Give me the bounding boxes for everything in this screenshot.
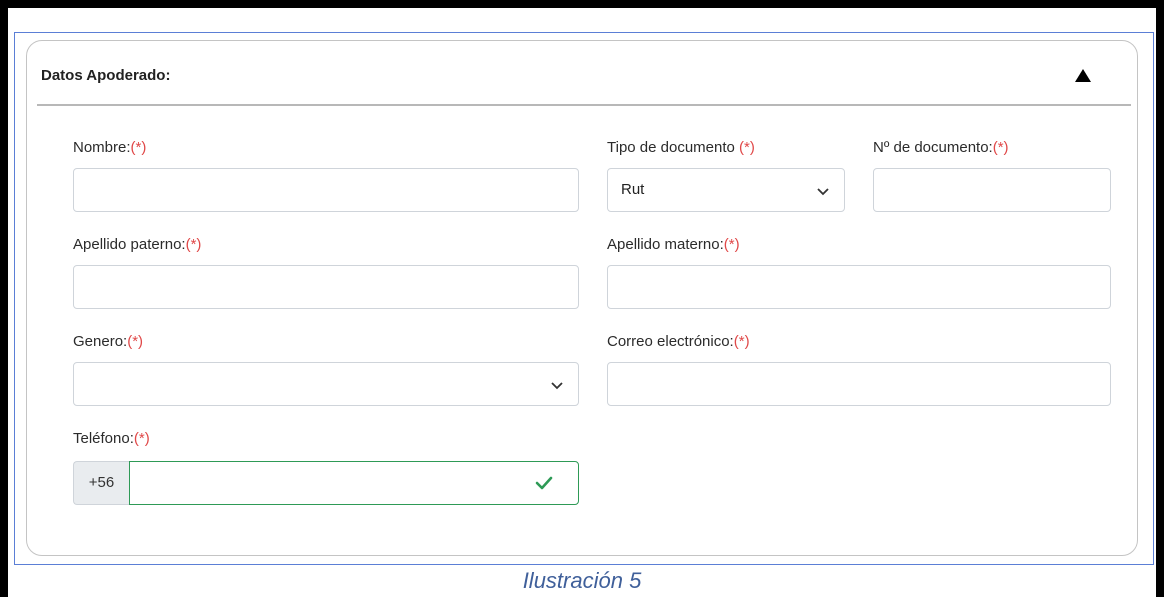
- nombre-label: Nombre:(*): [73, 139, 147, 156]
- apellido-materno-label: Apellido materno:(*): [607, 236, 740, 253]
- required-marker: (*): [130, 139, 147, 156]
- phone-prefix: +56: [73, 461, 129, 505]
- apellido-paterno-input[interactable]: [73, 265, 579, 309]
- chevron-down-icon: [551, 382, 563, 390]
- page-frame: Datos Apoderado: Nombre:(*) Tipo de docu…: [8, 8, 1156, 597]
- apellido-paterno-label: Apellido paterno:(*): [73, 236, 202, 253]
- checkmark-icon: [535, 476, 553, 490]
- tipo-documento-select[interactable]: Rut: [607, 168, 845, 212]
- triangle-up-icon: [1075, 69, 1091, 82]
- required-marker: (*): [723, 236, 740, 253]
- required-marker: (*): [733, 333, 750, 350]
- correo-label: Correo electrónico:(*): [607, 333, 750, 350]
- genero-select[interactable]: [73, 362, 579, 406]
- collapse-toggle-button[interactable]: [1073, 65, 1093, 85]
- correo-input[interactable]: [607, 362, 1111, 406]
- tipo-documento-label: Tipo de documento (*): [607, 139, 755, 156]
- required-marker: (*): [739, 139, 755, 156]
- telefono-input[interactable]: [129, 461, 579, 505]
- section-title: Datos Apoderado:: [41, 67, 171, 84]
- required-marker: (*): [185, 236, 202, 253]
- chevron-down-icon: [817, 188, 829, 196]
- figure-caption: Ilustración 5: [522, 568, 642, 593]
- required-marker: (*): [992, 139, 1009, 156]
- datos-apoderado-card: Datos Apoderado: Nombre:(*) Tipo de docu…: [26, 40, 1138, 556]
- required-marker: (*): [133, 430, 150, 447]
- numero-documento-input[interactable]: [873, 168, 1111, 212]
- telefono-label: Teléfono:(*): [73, 430, 150, 447]
- required-marker: (*): [127, 333, 144, 350]
- nombre-input[interactable]: [73, 168, 579, 212]
- genero-label: Genero:(*): [73, 333, 144, 350]
- tipo-documento-selected-value: Rut: [621, 181, 645, 198]
- section-divider: [37, 104, 1131, 106]
- apellido-materno-input[interactable]: [607, 265, 1111, 309]
- numero-documento-label: Nº de documento:(*): [873, 139, 1009, 156]
